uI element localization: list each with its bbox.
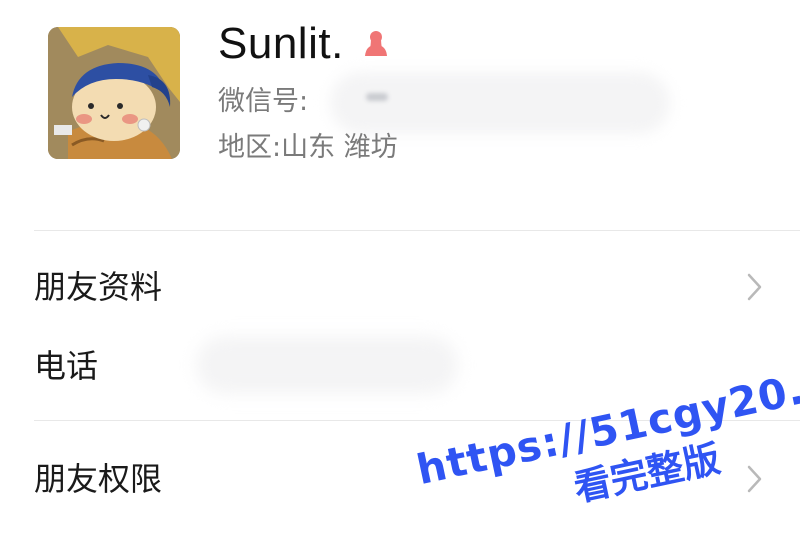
wechat-id-blur-mark bbox=[366, 93, 388, 101]
female-user-icon bbox=[365, 31, 387, 56]
watermark: https://51cgy20.com 看完整版 bbox=[395, 278, 800, 532]
region-text: 地区:山东 潍坊 bbox=[218, 132, 398, 163]
wechat-id-value-blurred bbox=[330, 72, 670, 134]
cartoon-avatar-icon bbox=[48, 27, 180, 159]
phone-label: 电话 bbox=[34, 347, 99, 385]
friend-info-label: 朋友资料 bbox=[34, 268, 163, 306]
profile-name: Sunlit. bbox=[218, 19, 344, 68]
section-divider bbox=[34, 230, 800, 231]
avatar[interactable] bbox=[48, 27, 180, 159]
chevron-right-icon bbox=[747, 465, 762, 493]
friend-permissions-label: 朋友权限 bbox=[34, 460, 163, 498]
wechat-id-label: 微信号: bbox=[218, 86, 309, 117]
